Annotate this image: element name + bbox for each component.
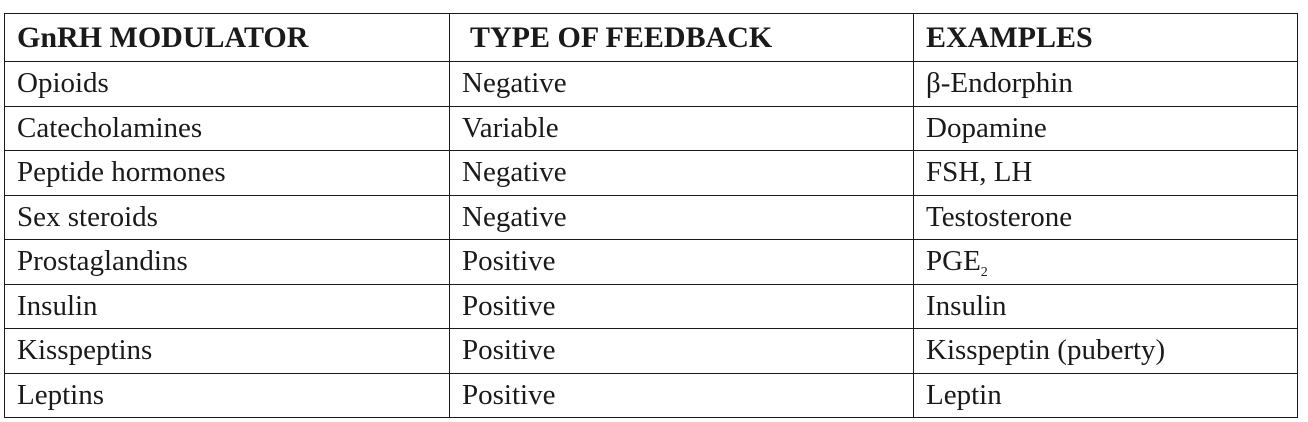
table-row: Opioids Negative β-Endorphin — [4, 61, 1298, 107]
table-row: Catecholamines Variable Dopamine — [4, 105, 1298, 151]
feedback-cell: Negative — [449, 194, 914, 240]
gnrh-modulator-table: GnRH MODULATOR TYPE OF FEEDBACK EXAMPLES… — [4, 13, 1298, 418]
header-gnrh-modulator: GnRH MODULATOR — [4, 13, 450, 62]
modulator-cell: Leptins — [4, 372, 450, 418]
feedback-cell: Positive — [449, 328, 914, 374]
example-cell: FSH, LH — [913, 150, 1298, 196]
feedback-cell: Negative — [449, 150, 914, 196]
example-cell: Leptin — [913, 372, 1298, 418]
table-row: Leptins Positive Leptin — [4, 372, 1298, 418]
header-type-of-feedback: TYPE OF FEEDBACK — [449, 13, 914, 62]
example-cell: Kisspeptin (puberty) — [913, 328, 1298, 374]
feedback-cell: Positive — [449, 283, 914, 329]
table-row: Peptide hormones Negative FSH, LH — [4, 150, 1298, 196]
modulator-cell: Insulin — [4, 283, 450, 329]
modulator-cell: Opioids — [4, 61, 450, 107]
table-header-row: GnRH MODULATOR TYPE OF FEEDBACK EXAMPLES — [4, 13, 1298, 62]
table-row: Sex steroids Negative Testosterone — [4, 194, 1298, 240]
table-row: Prostaglandins Positive PGE2 — [4, 239, 1298, 285]
table-row: Insulin Positive Insulin — [4, 283, 1298, 329]
modulator-cell: Sex steroids — [4, 194, 450, 240]
example-cell: β-Endorphin — [913, 61, 1298, 107]
feedback-cell: Positive — [449, 239, 914, 285]
feedback-cell: Positive — [449, 372, 914, 418]
example-cell: Testosterone — [913, 194, 1298, 240]
modulator-cell: Catecholamines — [4, 105, 450, 151]
feedback-cell: Negative — [449, 61, 914, 107]
modulator-cell: Kisspeptins — [4, 328, 450, 374]
table-row: Kisspeptins Positive Kisspeptin (puberty… — [4, 328, 1298, 374]
modulator-cell: Prostaglandins — [4, 239, 450, 285]
example-cell: PGE2 — [913, 239, 1298, 285]
example-subscript: 2 — [980, 265, 988, 281]
example-cell: Dopamine — [913, 105, 1298, 151]
example-cell: Insulin — [913, 283, 1298, 329]
header-examples: EXAMPLES — [913, 13, 1298, 62]
modulator-cell: Peptide hormones — [4, 150, 450, 196]
feedback-cell: Variable — [449, 105, 914, 151]
example-text: PGE — [926, 245, 981, 278]
